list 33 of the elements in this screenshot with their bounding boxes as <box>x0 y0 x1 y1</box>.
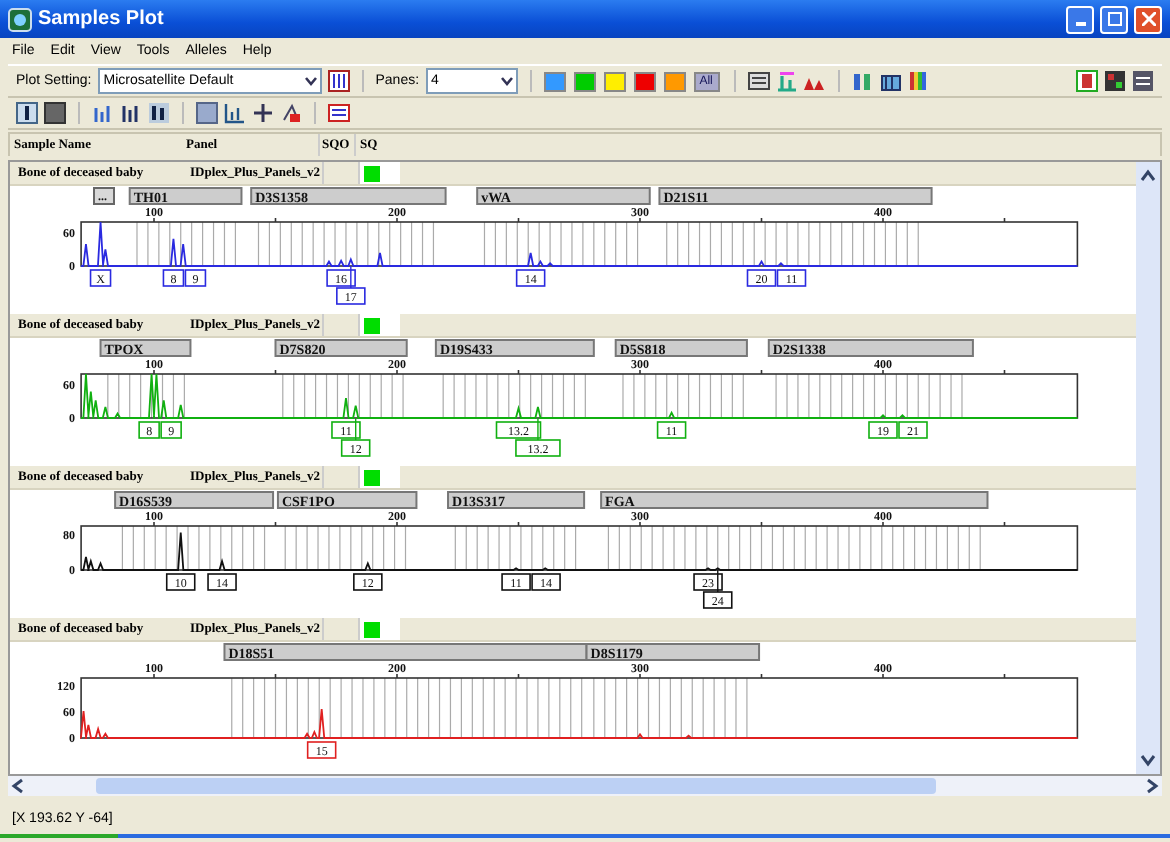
maximize-button[interactable] <box>1100 5 1128 33</box>
bars-icon[interactable] <box>120 102 142 124</box>
close-button[interactable] <box>1134 5 1162 33</box>
layout-icon[interactable] <box>1076 70 1098 92</box>
dye-color-button[interactable] <box>663 71 686 91</box>
caret-icon <box>301 72 320 90</box>
vertical-scrollbar[interactable] <box>1136 162 1160 774</box>
dye-color-button[interactable] <box>633 71 656 91</box>
close-icon <box>1141 12 1155 26</box>
axis-icon[interactable] <box>224 102 246 124</box>
app-icon <box>8 7 32 31</box>
maximize-icon <box>1107 12 1121 26</box>
bars-icon[interactable] <box>148 102 170 124</box>
horizontal-scrollbar[interactable] <box>8 776 1162 796</box>
layout-icon[interactable] <box>1104 70 1126 92</box>
scroll-down-icon <box>1138 750 1158 770</box>
bars-icon[interactable] <box>879 70 902 92</box>
scroll-up-icon <box>1138 166 1158 186</box>
sample-icon[interactable] <box>16 102 38 124</box>
plot-settings-icon[interactable] <box>327 70 350 92</box>
dye-color-button[interactable] <box>573 71 596 91</box>
edit-peak-icon[interactable] <box>280 102 302 124</box>
scroll-left-icon <box>8 776 28 796</box>
minimize-button[interactable] <box>1066 5 1094 33</box>
window-title: Samples Plot <box>38 8 164 30</box>
dye-color-button[interactable] <box>603 71 626 91</box>
dye-color-button[interactable] <box>543 71 566 91</box>
layout-icon[interactable] <box>1132 70 1154 92</box>
scroll-right-icon <box>1142 776 1162 796</box>
table-icon[interactable] <box>747 70 770 92</box>
cross-icon[interactable] <box>252 102 274 124</box>
report-icon[interactable] <box>328 102 350 124</box>
caret-icon <box>497 72 516 90</box>
